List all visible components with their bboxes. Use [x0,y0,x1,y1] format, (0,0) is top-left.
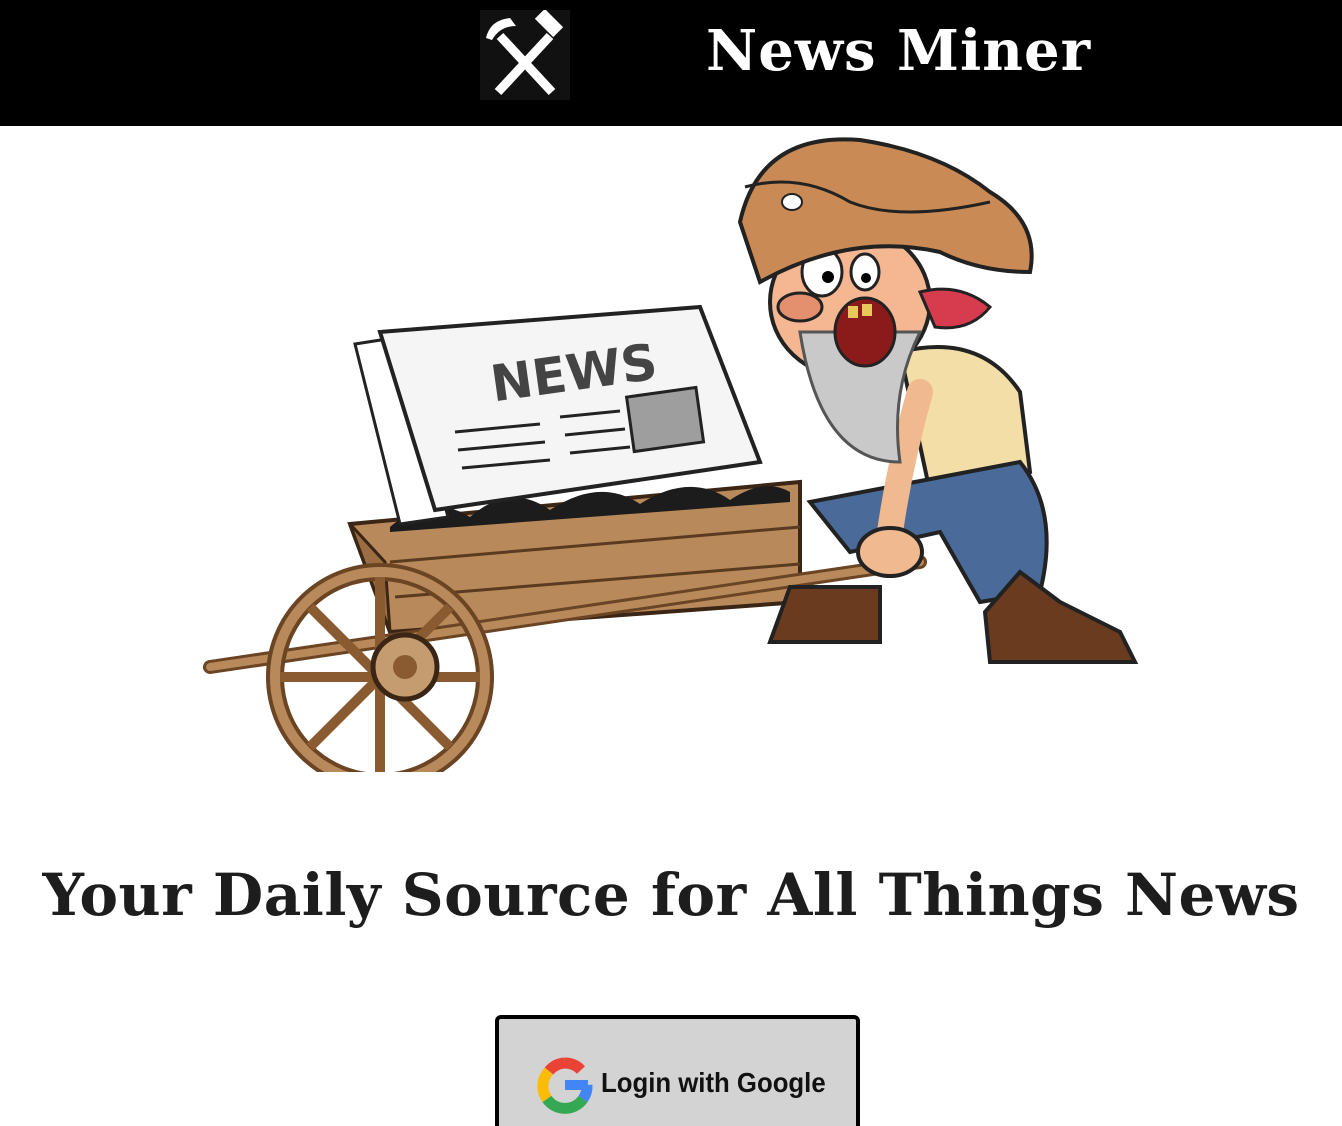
pickaxe-hammer-icon[interactable] [480,10,570,100]
login-with-google-button[interactable]: Login with Google [495,1015,860,1126]
hero-illustration: NEWS [200,132,1160,791]
login-button-label: Login with Google [601,1067,826,1098]
top-bar: News Miner [0,0,1342,126]
tagline: Your Daily Source for All Things News [42,860,1300,929]
google-g-icon [533,1053,597,1117]
site-title[interactable]: News Miner [706,18,1091,84]
